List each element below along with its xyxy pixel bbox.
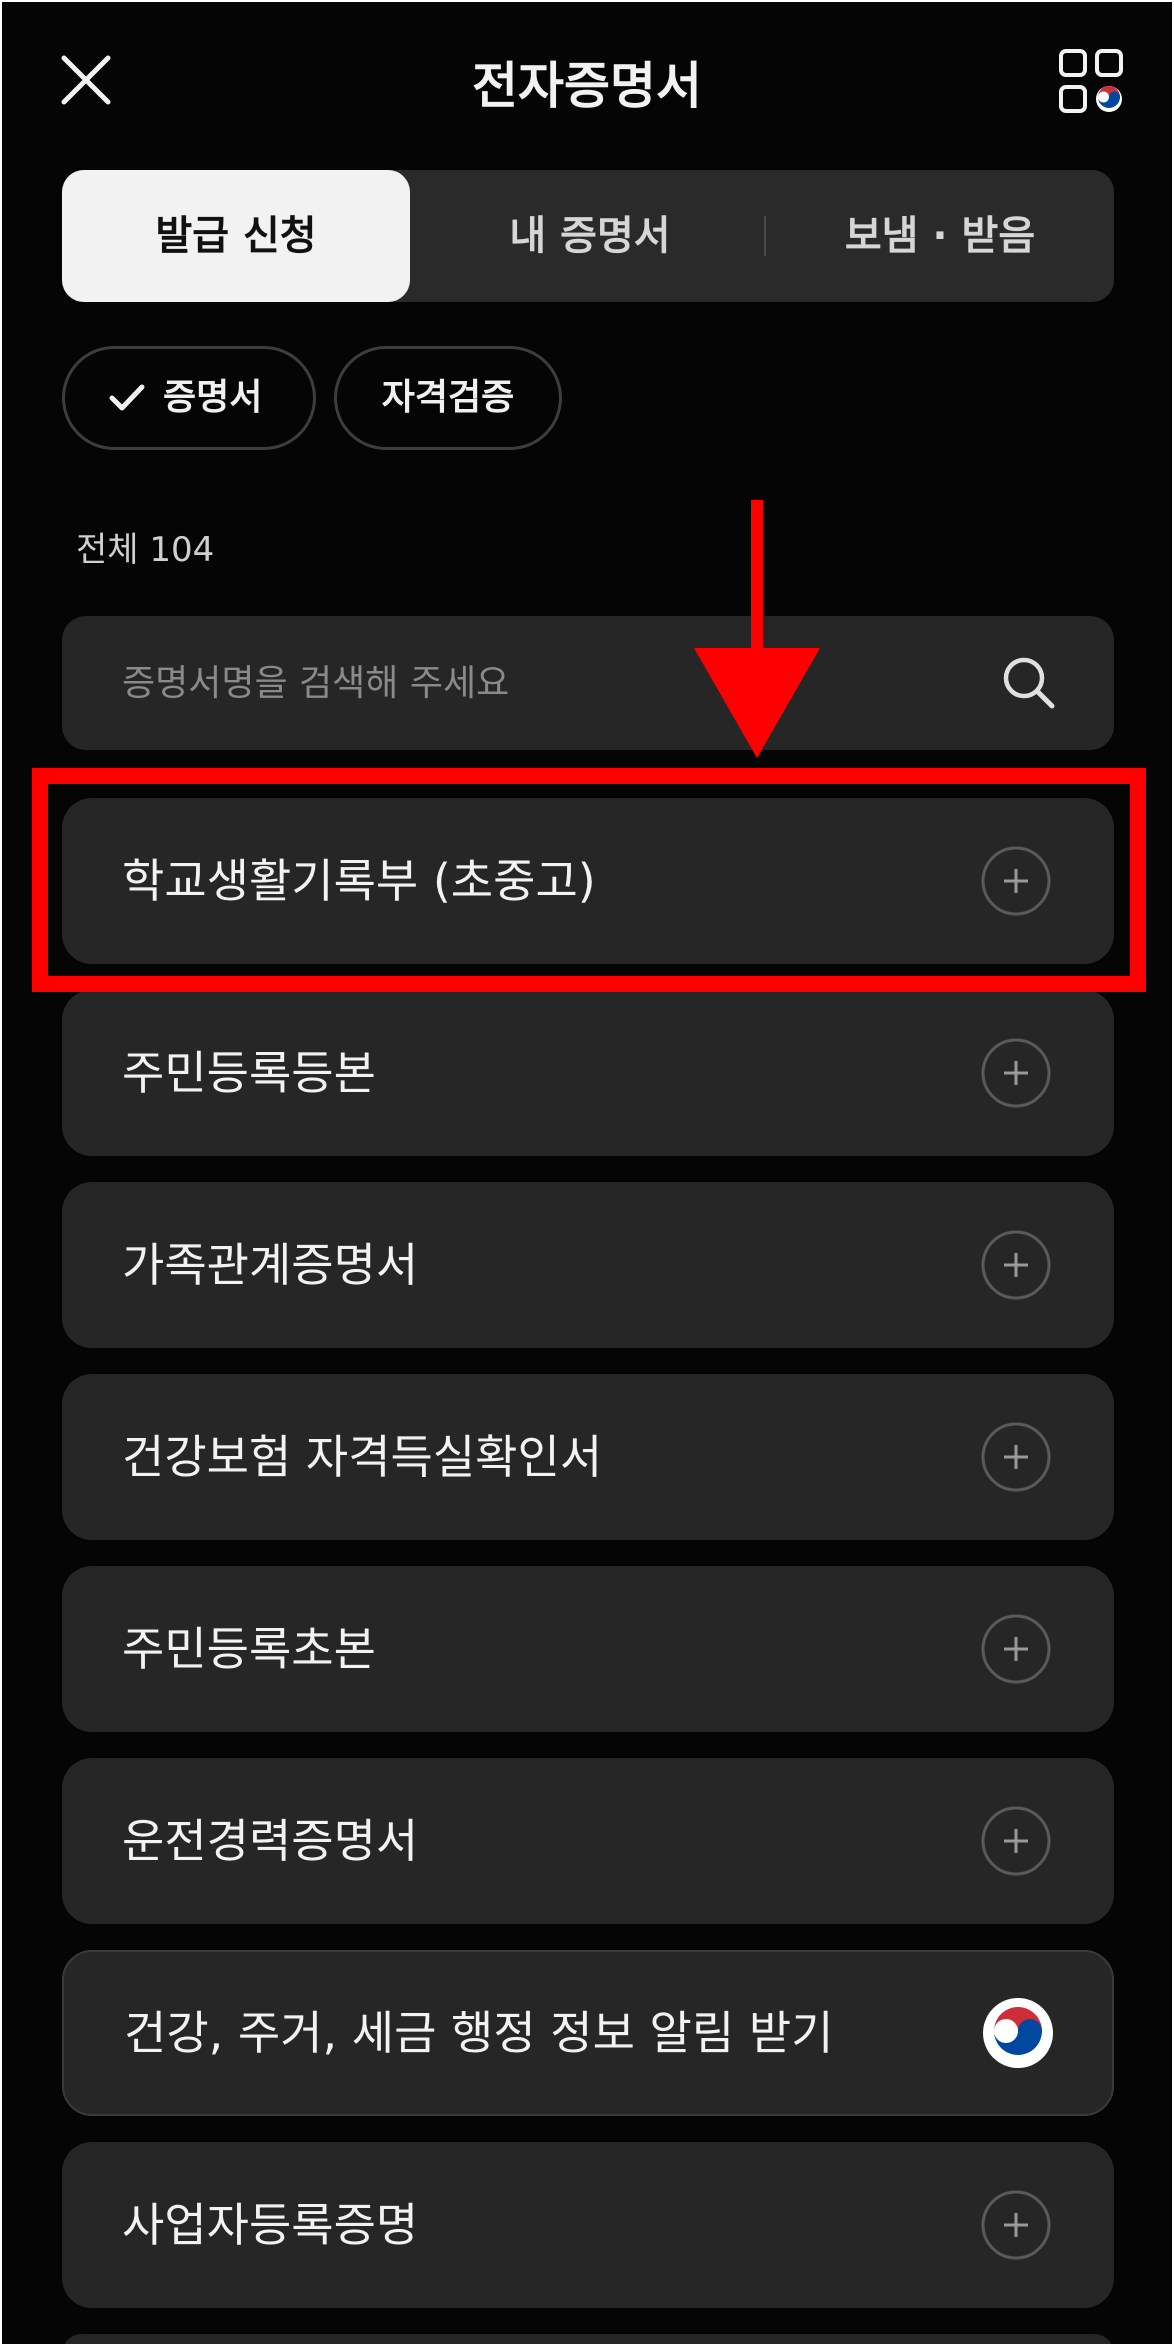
list-item-driving-record-certificate[interactable]: 운전경력증명서	[62, 1758, 1114, 1924]
search-icon[interactable]	[1000, 654, 1058, 712]
apps-menu-button[interactable]	[1058, 48, 1124, 114]
search-bar	[62, 616, 1114, 750]
list-item-resident-registration-copy[interactable]: 주민등록등본	[62, 990, 1114, 1156]
apps-grid-icon	[1059, 49, 1123, 113]
plus-circle-icon[interactable]	[980, 1613, 1052, 1685]
filter-chip-certificate[interactable]: 증명서	[62, 346, 316, 450]
list-item-label: 주민등록초본	[122, 1622, 376, 1676]
list-item-label: 건강보험 자격득실확인서	[122, 1430, 603, 1484]
list-item-label: 주민등록등본	[122, 1046, 376, 1100]
filter-chip-label: 자격검증	[381, 377, 515, 418]
list-item-label: 학교생활기록부 (초중고)	[122, 854, 596, 908]
list-item-resident-registration-abstract[interactable]: 주민등록초본	[62, 1566, 1114, 1732]
tab-bar: 발급 신청 내 증명서 보냄 · 받음	[62, 170, 1114, 302]
list-item-label: 건강, 주거, 세금 행정 정보 알림 받기	[124, 2006, 834, 2060]
plus-circle-icon[interactable]	[980, 1229, 1052, 1301]
app-screen: 전자증명서 발급 신청 내 증명서 보냄 · 받음 증명서 자격검증 전체 10…	[2, 2, 1172, 2344]
list-item-label: 사업자등록증명	[122, 2198, 419, 2252]
total-count: 전체 104	[76, 530, 215, 570]
list-item-family-relation-certificate[interactable]: 가족관계증명서	[62, 1182, 1114, 1348]
list-item-admin-info-notification[interactable]: 건강, 주거, 세금 행정 정보 알림 받기	[62, 1950, 1114, 2116]
list-item-label: 운전경력증명서	[122, 1814, 419, 1868]
list-item-business-registration-certificate[interactable]: 사업자등록증명	[62, 2142, 1114, 2308]
page-title: 전자증명서	[472, 57, 702, 115]
tab-my-certificates[interactable]: 내 증명서	[416, 170, 764, 302]
list-item-label: 가족관계증명서	[122, 1238, 419, 1292]
plus-circle-icon[interactable]	[980, 1805, 1052, 1877]
tab-issue-request[interactable]: 발급 신청	[62, 170, 410, 302]
plus-circle-icon[interactable]	[980, 1421, 1052, 1493]
list-item-next-partial	[62, 2334, 1114, 2344]
plus-circle-icon[interactable]	[980, 2189, 1052, 2261]
list-item-school-record[interactable]: 학교생활기록부 (초중고)	[62, 798, 1114, 964]
check-icon	[109, 384, 145, 411]
plus-circle-icon[interactable]	[980, 1037, 1052, 1109]
plus-circle-icon[interactable]	[980, 845, 1052, 917]
tab-sent-received[interactable]: 보냄 · 받음	[766, 170, 1114, 302]
filter-chip-qualification[interactable]: 자격검증	[334, 346, 562, 450]
header: 전자증명서	[2, 2, 1172, 162]
search-input[interactable]	[122, 616, 1002, 750]
government-emblem-icon	[983, 1998, 1053, 2068]
filter-chip-label: 증명서	[163, 377, 263, 418]
list-item-health-insurance-qualification[interactable]: 건강보험 자격득실확인서	[62, 1374, 1114, 1540]
